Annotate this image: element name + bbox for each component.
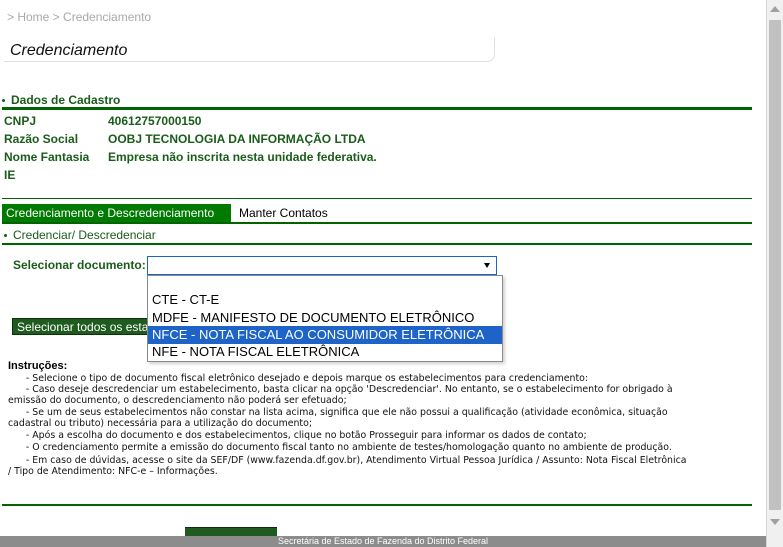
document-select[interactable]	[147, 256, 497, 275]
razao-social-label: Razão Social	[4, 132, 79, 146]
instruction-line: - O credenciamento permite a emissão do …	[8, 442, 672, 453]
section-credenciar-label: Credenciar/ Descredenciar	[13, 228, 156, 242]
instruction-line: - Se um de seus estabelecimentos não con…	[8, 407, 668, 418]
instruction-line: cadastral ou tributo) necessária para a …	[8, 418, 312, 429]
section-divider	[2, 243, 752, 245]
ie-label: IE	[4, 168, 16, 182]
document-dropdown[interactable]: CTE - CT-E MDFE - MANIFESTO DE DOCUMENTO…	[147, 275, 503, 362]
dropdown-option-cte[interactable]: CTE - CT-E	[152, 291, 219, 309]
instruction-line: - Após a escolha do documento e dos esta…	[8, 430, 587, 441]
section-dados-cadastro-label: Dados de Cadastro	[11, 93, 121, 107]
bullet-icon	[4, 234, 7, 238]
section-dados-cadastro: Dados de Cadastro	[2, 93, 120, 107]
scroll-down-icon[interactable]	[770, 519, 780, 525]
cnpj-label: CNPJ	[4, 114, 37, 128]
instruction-line: emissão do documento, o descredenciament…	[8, 395, 347, 406]
razao-social-value: OOBJ TECNOLOGIA DA INFORMAÇÃO LTDA	[108, 132, 366, 146]
section-divider	[2, 198, 752, 199]
nome-fantasia-label: Nome Fantasia	[4, 150, 90, 164]
section-divider	[2, 504, 752, 506]
page: > Home > Credenciamento Credenciamento D…	[0, 0, 766, 547]
cnpj-value: 40612757000150	[108, 114, 202, 128]
section-credenciar: Credenciar/ Descredenciar	[4, 228, 156, 242]
instruction-line: - Selecione o tipo de documento fiscal e…	[8, 373, 589, 384]
instruction-line: / Tipo de Atendimento: NFC-e – Informaçõ…	[8, 466, 218, 477]
scrollbar-thumb[interactable]	[769, 20, 781, 510]
tab-credenciamento[interactable]: Credenciamento e Descredenciamento	[2, 204, 231, 222]
dropdown-option-nfe[interactable]: NFE - NOTA FISCAL ELETRÔNICA	[152, 343, 359, 361]
instructions-title: Instruções:	[8, 360, 68, 372]
footer: Secretária de Estado de Fazenda do Distr…	[0, 536, 766, 547]
breadcrumb[interactable]: > Home > Credenciamento	[7, 10, 151, 24]
select-document-label: Selecionar documento:	[13, 258, 146, 272]
page-title: Credenciamento	[10, 42, 128, 59]
instruction-line: - Em caso de dúvidas, acesse o site da S…	[8, 455, 687, 466]
chevron-down-icon[interactable]	[484, 263, 490, 268]
section-divider	[2, 107, 752, 110]
scroll-up-icon[interactable]	[770, 6, 780, 12]
tab-manter-contatos[interactable]: Manter Contatos	[235, 204, 332, 222]
bullet-icon	[2, 99, 5, 103]
vertical-scrollbar[interactable]	[766, 0, 783, 547]
nome-fantasia-value: Empresa não inscrita nesta unidade feder…	[108, 150, 377, 164]
tab-underline	[2, 222, 752, 224]
instruction-line: - Caso deseje descredenciar um estabelec…	[8, 384, 673, 395]
proceed-button[interactable]	[185, 527, 277, 536]
select-all-button[interactable]: Selecionar todos os esta	[12, 318, 148, 335]
dropdown-option-nfce[interactable]: NFCE - NOTA FISCAL AO CONSUMIDOR ELETRÔN…	[148, 326, 502, 344]
dropdown-option-mdfe[interactable]: MDFE - MANIFESTO DE DOCUMENTO ELETRÔNICO	[152, 309, 474, 327]
